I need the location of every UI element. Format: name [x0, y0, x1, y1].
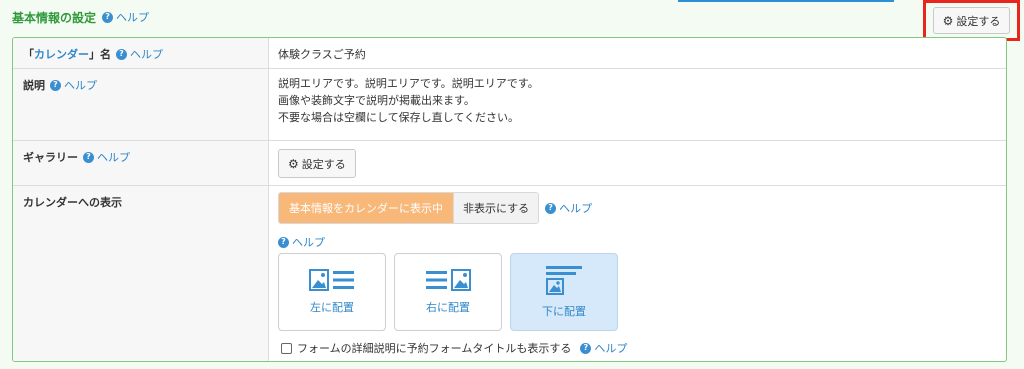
help-label: ヘルプ	[116, 11, 150, 24]
top-settings-label: 設定する	[956, 14, 1001, 28]
section-header: 基本情報の設定 ? ヘルプ	[12, 8, 149, 26]
image-right-icon	[426, 269, 471, 291]
row-calendar-display: カレンダーへの表示 基本情報をカレンダーに表示中 非表示にする ? ヘルプ ? …	[13, 186, 1006, 361]
calendar-name-value: 体験クラスご予約	[278, 48, 366, 61]
gallery-settings-button[interactable]: ⚙ 設定する	[278, 149, 356, 178]
label-calendar-display: カレンダーへの表示	[13, 186, 269, 361]
label-description: 説明 ? ヘルプ	[13, 69, 269, 140]
calendar-link[interactable]: カレンダー	[34, 48, 89, 61]
gear-icon: ⚙	[288, 156, 299, 171]
calendar-name-help-link[interactable]: ? ヘルプ	[116, 46, 163, 62]
title-checkbox-row: フォームの詳細説明に予約フォームタイトルも表示する ? ヘルプ	[281, 340, 997, 356]
help-icon: ?	[116, 48, 127, 60]
description-help-link[interactable]: ? ヘルプ	[50, 77, 97, 93]
show-title-checkbox[interactable]	[281, 342, 292, 354]
gallery-help-link[interactable]: ? ヘルプ	[83, 149, 130, 165]
layout-card-bottom[interactable]: 下に配置	[510, 253, 618, 331]
section-help-link[interactable]: ? ヘルプ	[102, 9, 149, 25]
layout-card-left[interactable]: 左に配置	[278, 253, 386, 331]
row-description: 説明 ? ヘルプ 説明エリアです。説明エリアです。説明エリアです。 画像や装飾文…	[13, 69, 1006, 141]
display-toggle: 基本情報をカレンダーに表示中 非表示にする	[278, 192, 540, 224]
description-value: 説明エリアです。説明エリアです。説明エリアです。 画像や装飾文字で説明が掲載出来…	[269, 69, 1006, 140]
help-icon: ?	[102, 11, 114, 23]
display-help-link[interactable]: ? ヘルプ	[545, 200, 592, 216]
toggle-hide-button[interactable]: 非表示にする	[453, 193, 539, 223]
top-settings-button[interactable]: ⚙ 設定する	[932, 7, 1011, 34]
calendar-display-label: カレンダーへの表示	[23, 196, 122, 209]
section-title: 基本情報の設定	[12, 10, 97, 25]
layout-card-label: 下に配置	[542, 305, 586, 318]
layout-card-label: 左に配置	[310, 301, 354, 314]
help-icon: ?	[580, 342, 592, 354]
active-tab-indicator	[678, 0, 894, 2]
display-toggle-group: 基本情報をカレンダーに表示中 非表示にする ? ヘルプ	[278, 192, 997, 224]
highlight-box: ⚙ 設定する	[923, 0, 1020, 41]
gear-icon: ⚙	[942, 13, 954, 28]
description-label: 説明	[23, 79, 45, 92]
label-gallery: ギャラリー ? ヘルプ	[13, 141, 269, 185]
layout-help-link[interactable]: ? ヘルプ	[278, 234, 325, 250]
show-title-checkbox-label[interactable]: フォームの詳細説明に予約フォームタイトルも表示する	[297, 340, 571, 356]
gallery-label: ギャラリー	[23, 151, 78, 164]
calendar-name-label: 「カレンダー」名	[23, 48, 111, 61]
calendar-display-value: 基本情報をカレンダーに表示中 非表示にする ? ヘルプ ? ヘルプ 左に配置 右…	[269, 186, 1006, 361]
row-calendar-name: 「カレンダー」名 ? ヘルプ 体験クラスご予約	[13, 38, 1006, 69]
image-left-icon	[309, 269, 354, 291]
toggle-shown-button[interactable]: 基本情報をカレンダーに表示中	[279, 193, 453, 223]
layout-help-row: ? ヘルプ	[278, 234, 997, 250]
gallery-value: ⚙ 設定する	[269, 141, 1006, 185]
label-calendar-name: 「カレンダー」名 ? ヘルプ	[13, 38, 269, 68]
description-line: 説明エリアです。説明エリアです。説明エリアです。	[278, 77, 539, 90]
checkbox-help-link[interactable]: ? ヘルプ	[580, 340, 627, 356]
help-icon: ?	[50, 79, 61, 91]
layout-card-label: 右に配置	[426, 301, 470, 314]
help-icon: ?	[545, 202, 557, 214]
settings-table: 「カレンダー」名 ? ヘルプ 体験クラスご予約 説明 ? ヘルプ 説明エリアです…	[12, 37, 1007, 362]
description-line: 画像や装飾文字で説明が掲載出来ます。	[278, 94, 475, 107]
help-icon: ?	[83, 151, 94, 163]
layout-options: 左に配置 右に配置 下に配置	[278, 253, 997, 331]
description-line: 不要な場合は空欄にして保存し直してください。	[278, 111, 520, 124]
help-icon: ?	[278, 236, 289, 248]
row-gallery: ギャラリー ? ヘルプ ⚙ 設定する	[13, 141, 1006, 186]
image-bottom-icon	[546, 266, 582, 295]
layout-card-right[interactable]: 右に配置	[394, 253, 502, 331]
